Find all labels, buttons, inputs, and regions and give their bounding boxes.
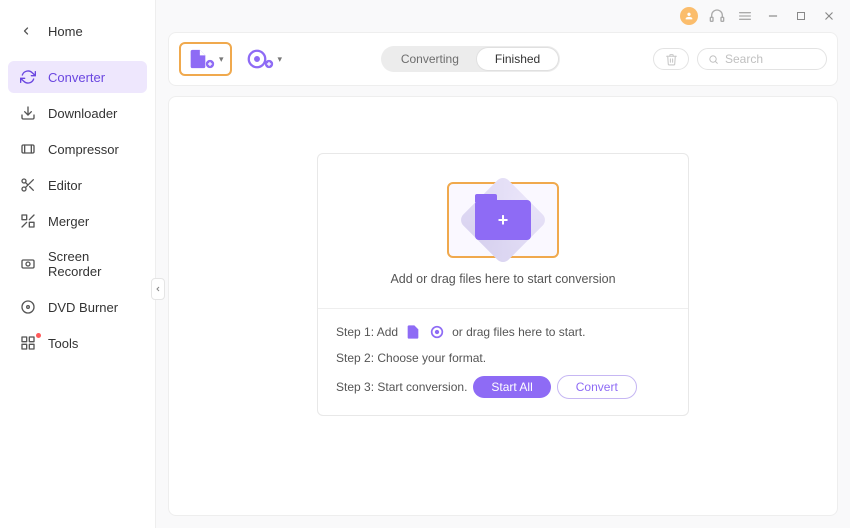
home-button[interactable]: Home	[0, 18, 155, 57]
folder-icon: +	[475, 200, 531, 240]
chevron-down-icon: ▾	[278, 54, 283, 65]
app-window: Home Converter Downloader Compressor	[0, 0, 850, 528]
menu-icon[interactable]	[736, 7, 754, 25]
step-1: Step 1: Add or drag files here to start.	[336, 323, 670, 341]
search-input[interactable]	[725, 52, 816, 66]
sidebar-nav: Converter Downloader Compressor Editor	[0, 57, 155, 367]
step-3-text: Step 3: Start conversion.	[336, 380, 467, 394]
tab-finished[interactable]: Finished	[477, 48, 558, 70]
convert-button[interactable]: Convert	[557, 375, 637, 399]
file-plus-icon	[404, 323, 422, 341]
download-icon	[20, 105, 36, 121]
maximize-icon[interactable]	[792, 7, 810, 25]
refresh-icon	[20, 69, 36, 85]
sidebar-item-screen-recorder[interactable]: Screen Recorder	[8, 241, 147, 287]
step-2-text: Step 2: Choose your format.	[336, 351, 486, 365]
start-all-button[interactable]: Start All	[473, 376, 550, 398]
sidebar-item-label: Tools	[48, 336, 78, 351]
search-box[interactable]	[697, 48, 827, 70]
disc-icon	[20, 299, 36, 315]
step-1-text-b: or drag files here to start.	[452, 325, 585, 339]
search-icon	[708, 53, 719, 66]
sidebar-item-label: Downloader	[48, 106, 117, 121]
user-avatar-icon[interactable]	[680, 7, 698, 25]
disc-plus-icon	[428, 323, 446, 341]
titlebar	[156, 0, 850, 28]
sidebar-item-compressor[interactable]: Compressor	[8, 133, 147, 165]
close-icon[interactable]	[820, 7, 838, 25]
sidebar-item-converter[interactable]: Converter	[8, 61, 147, 93]
add-folder-button[interactable]: +	[447, 182, 559, 258]
sidebar-item-label: Merger	[48, 214, 89, 229]
content-panel: + Add or drag files here to start conver…	[168, 96, 838, 516]
chevron-down-icon: ▾	[219, 54, 224, 65]
sidebar-item-tools[interactable]: Tools	[8, 327, 147, 359]
step-3: Step 3: Start conversion. Start All Conv…	[336, 375, 670, 399]
tab-converting[interactable]: Converting	[383, 48, 477, 70]
sidebar: Home Converter Downloader Compressor	[0, 0, 156, 528]
steps-panel: Step 1: Add or drag files here to start.…	[318, 308, 688, 415]
step-1-text-a: Step 1: Add	[336, 325, 398, 339]
toolbar: ▾ ▾ Converting Finished	[168, 32, 838, 86]
drop-zone[interactable]: + Add or drag files here to start conver…	[318, 154, 688, 308]
merge-icon	[20, 213, 36, 229]
status-tabs: Converting Finished	[381, 46, 560, 72]
chevron-left-icon	[20, 25, 34, 39]
main-area: ▾ ▾ Converting Finished	[156, 0, 850, 528]
sidebar-item-editor[interactable]: Editor	[8, 169, 147, 201]
camera-icon	[20, 256, 36, 272]
sidebar-item-label: DVD Burner	[48, 300, 118, 315]
empty-state-card: + Add or drag files here to start conver…	[317, 153, 689, 416]
minimize-icon[interactable]	[764, 7, 782, 25]
scissors-icon	[20, 177, 36, 193]
sidebar-collapse-handle[interactable]	[151, 278, 165, 300]
sidebar-item-merger[interactable]: Merger	[8, 205, 147, 237]
step-2: Step 2: Choose your format.	[336, 351, 670, 365]
add-file-button[interactable]: ▾	[179, 42, 232, 76]
sidebar-item-label: Screen Recorder	[48, 249, 135, 279]
headset-icon[interactable]	[708, 7, 726, 25]
drop-text: Add or drag files here to start conversi…	[390, 272, 615, 286]
sidebar-item-label: Converter	[48, 70, 105, 85]
home-label: Home	[48, 24, 83, 39]
delete-button[interactable]	[653, 48, 689, 70]
notification-dot	[36, 333, 41, 338]
sidebar-item-label: Editor	[48, 178, 82, 193]
sidebar-item-downloader[interactable]: Downloader	[8, 97, 147, 129]
grid-icon	[20, 335, 36, 351]
add-disc-button[interactable]: ▾	[240, 44, 289, 74]
sidebar-item-dvd-burner[interactable]: DVD Burner	[8, 291, 147, 323]
sidebar-item-label: Compressor	[48, 142, 119, 157]
compress-icon	[20, 141, 36, 157]
